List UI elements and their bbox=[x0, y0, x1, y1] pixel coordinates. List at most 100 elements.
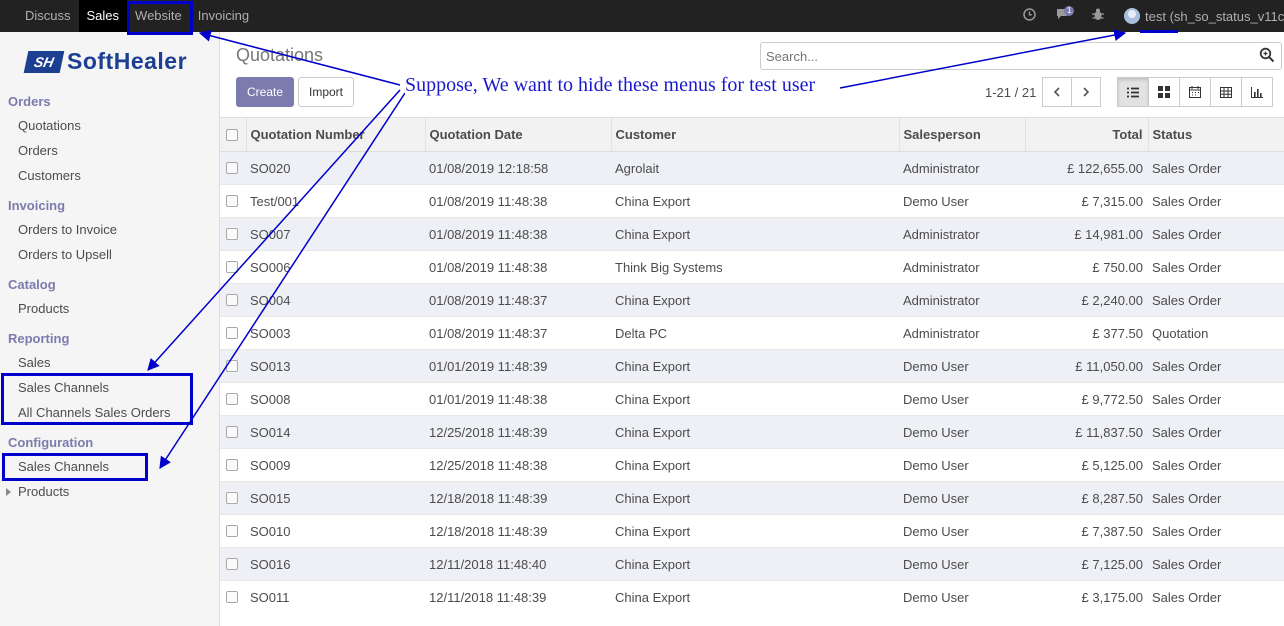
table-cell: China Export bbox=[611, 514, 899, 548]
page-title: Quotations bbox=[236, 45, 324, 65]
table-row[interactable]: SO016 12/11/2018 11:48:40 China Export Demo… bbox=[220, 547, 1284, 581]
row-checkbox[interactable] bbox=[226, 195, 238, 207]
create-button[interactable]: Create bbox=[236, 77, 294, 107]
table-cell: Sales Order bbox=[1148, 547, 1284, 581]
sidebar: SH SoftHealer Orders Quotations Orders C… bbox=[0, 32, 220, 626]
search-icon[interactable] bbox=[1259, 47, 1275, 66]
table-cell: Demo User bbox=[899, 514, 1025, 548]
column-header[interactable]: Quotation Number bbox=[246, 117, 426, 152]
import-button[interactable]: Import bbox=[298, 77, 354, 107]
table-cell: China Export bbox=[611, 547, 899, 581]
menu-products[interactable]: Products bbox=[18, 301, 69, 316]
table-cell: China Export bbox=[611, 217, 899, 251]
section-invoicing: Invoicing bbox=[8, 198, 66, 213]
menu-customers[interactable]: Customers bbox=[18, 168, 81, 183]
list-view-button[interactable] bbox=[1117, 77, 1149, 107]
table-row[interactable]: SO008 01/01/2019 11:48:38 China Export Demo… bbox=[220, 382, 1284, 416]
table-cell: 01/08/2019 11:48:38 bbox=[425, 250, 611, 284]
row-checkbox[interactable] bbox=[226, 459, 238, 471]
row-checkbox[interactable] bbox=[226, 162, 238, 174]
table-cell: Sales Order bbox=[1148, 349, 1284, 383]
table-cell: Sales Order bbox=[1148, 217, 1284, 251]
table-cell: 01/08/2019 11:48:37 bbox=[425, 283, 611, 317]
column-header[interactable]: Total bbox=[1025, 117, 1149, 152]
table-cell: £ 122,655.00 bbox=[1025, 151, 1148, 185]
table-row[interactable]: SO015 12/18/2018 11:48:39 China Export Demo… bbox=[220, 481, 1284, 515]
row-checkbox[interactable] bbox=[226, 525, 238, 537]
table-cell: Sales Order bbox=[1148, 184, 1284, 218]
menu-quotations[interactable]: Quotations bbox=[18, 118, 81, 133]
chat-icon[interactable]: 1 bbox=[1056, 6, 1075, 24]
app-invoicing[interactable]: Invoicing bbox=[190, 0, 257, 32]
debug-bug-icon[interactable] bbox=[1092, 8, 1104, 24]
row-select-cell bbox=[220, 448, 246, 482]
row-checkbox[interactable] bbox=[226, 591, 238, 604]
app-discuss[interactable]: Discuss bbox=[17, 0, 79, 32]
calendar-view-button[interactable] bbox=[1179, 77, 1211, 107]
table-cell: Sales Order bbox=[1148, 151, 1284, 185]
search-input[interactable] bbox=[761, 43, 1241, 69]
table-cell: Demo User bbox=[899, 580, 1025, 614]
pager-next-button[interactable] bbox=[1071, 77, 1101, 107]
row-checkbox[interactable] bbox=[226, 492, 238, 504]
table-row[interactable]: SO003 01/08/2019 11:48:37 Delta PC Administ… bbox=[220, 316, 1284, 350]
row-checkbox[interactable] bbox=[226, 426, 238, 438]
column-header[interactable]: Customer bbox=[611, 117, 900, 152]
section-configuration: Configuration bbox=[8, 435, 94, 450]
table-row[interactable]: Test/001 01/08/2019 11:48:38 China Export D… bbox=[220, 184, 1284, 218]
user-menu[interactable]: test (sh_so_status_v11c bbox=[1124, 8, 1284, 24]
row-select-cell bbox=[220, 514, 246, 548]
table-row[interactable]: SO007 01/08/2019 11:48:38 China Export Admi… bbox=[220, 217, 1284, 251]
table-row[interactable]: SO014 12/25/2018 11:48:39 China Export Demo… bbox=[220, 415, 1284, 449]
table-cell: 01/01/2019 11:48:39 bbox=[425, 349, 611, 383]
table-header-row: Quotation Number Quotation Date Customer… bbox=[220, 117, 1284, 152]
kanban-view-button[interactable] bbox=[1148, 77, 1180, 107]
menu-orders-to-upsell[interactable]: Orders to Upsell bbox=[18, 247, 112, 262]
row-checkbox[interactable] bbox=[226, 360, 238, 372]
table-cell: 01/01/2019 11:48:38 bbox=[425, 382, 611, 416]
table-row[interactable]: SO004 01/08/2019 11:48:37 China Export Admi… bbox=[220, 283, 1284, 317]
app-sales[interactable]: Sales bbox=[78, 0, 128, 32]
table-row[interactable]: SO009 12/25/2018 11:48:38 China Export Demo… bbox=[220, 448, 1284, 482]
row-checkbox[interactable] bbox=[226, 558, 238, 570]
table-cell: £ 750.00 bbox=[1025, 250, 1148, 284]
column-header[interactable]: Salesperson bbox=[899, 117, 1026, 152]
menu-reporting-sales[interactable]: Sales bbox=[18, 355, 51, 370]
row-checkbox[interactable] bbox=[226, 327, 238, 339]
table-cell: 12/25/2018 11:48:39 bbox=[425, 415, 611, 449]
pager-value[interactable]: 1-21 / 21 bbox=[985, 85, 1036, 100]
select-all-checkbox[interactable] bbox=[226, 128, 238, 141]
table-row[interactable]: SO011 12/11/2018 11:48:39 China Export Demo… bbox=[220, 580, 1284, 614]
bar-chart-icon bbox=[1251, 86, 1263, 98]
row-checkbox[interactable] bbox=[226, 393, 238, 405]
pager-previous-button[interactable] bbox=[1042, 77, 1072, 107]
table-cell: SO013 bbox=[246, 349, 425, 383]
section-orders: Orders bbox=[8, 94, 51, 109]
graph-view-button[interactable] bbox=[1241, 77, 1273, 107]
menu-orders-to-invoice[interactable]: Orders to Invoice bbox=[18, 222, 117, 237]
menu-orders[interactable]: Orders bbox=[18, 143, 58, 158]
menu-config-products[interactable]: Products bbox=[18, 484, 69, 499]
table-cell: £ 8,287.50 bbox=[1025, 481, 1148, 515]
table-row[interactable]: SO013 01/01/2019 11:48:39 China Export Demo… bbox=[220, 349, 1284, 383]
row-checkbox[interactable] bbox=[226, 228, 238, 240]
table-row[interactable]: SO010 12/18/2018 11:48:39 China Export Demo… bbox=[220, 514, 1284, 548]
table-cell: 01/08/2019 12:18:58 bbox=[425, 151, 611, 185]
column-header[interactable]: Quotation Date bbox=[425, 117, 612, 152]
column-header[interactable]: Status bbox=[1148, 117, 1284, 152]
pivot-view-button[interactable] bbox=[1210, 77, 1242, 107]
table-cell: Demo User bbox=[899, 448, 1025, 482]
table-row[interactable]: SO006 01/08/2019 11:48:38 Think Big System… bbox=[220, 250, 1284, 284]
activity-clock-icon[interactable] bbox=[1023, 8, 1036, 24]
row-checkbox[interactable] bbox=[226, 294, 238, 306]
table-cell: Demo User bbox=[899, 547, 1025, 581]
table-row[interactable]: SO020 01/08/2019 12:18:58 Agrolait Administ… bbox=[220, 151, 1284, 185]
user-name: test (sh_so_status_v11c bbox=[1145, 8, 1284, 24]
chevron-right-icon bbox=[1083, 87, 1090, 97]
quotations-table: Quotation Number Quotation Date Customer… bbox=[220, 117, 1284, 614]
caret-right-icon[interactable] bbox=[6, 488, 11, 496]
table-cell: SO006 bbox=[246, 250, 425, 284]
chevron-left-icon bbox=[1053, 87, 1060, 97]
table-cell: £ 7,125.00 bbox=[1025, 547, 1148, 581]
row-checkbox[interactable] bbox=[226, 261, 238, 273]
